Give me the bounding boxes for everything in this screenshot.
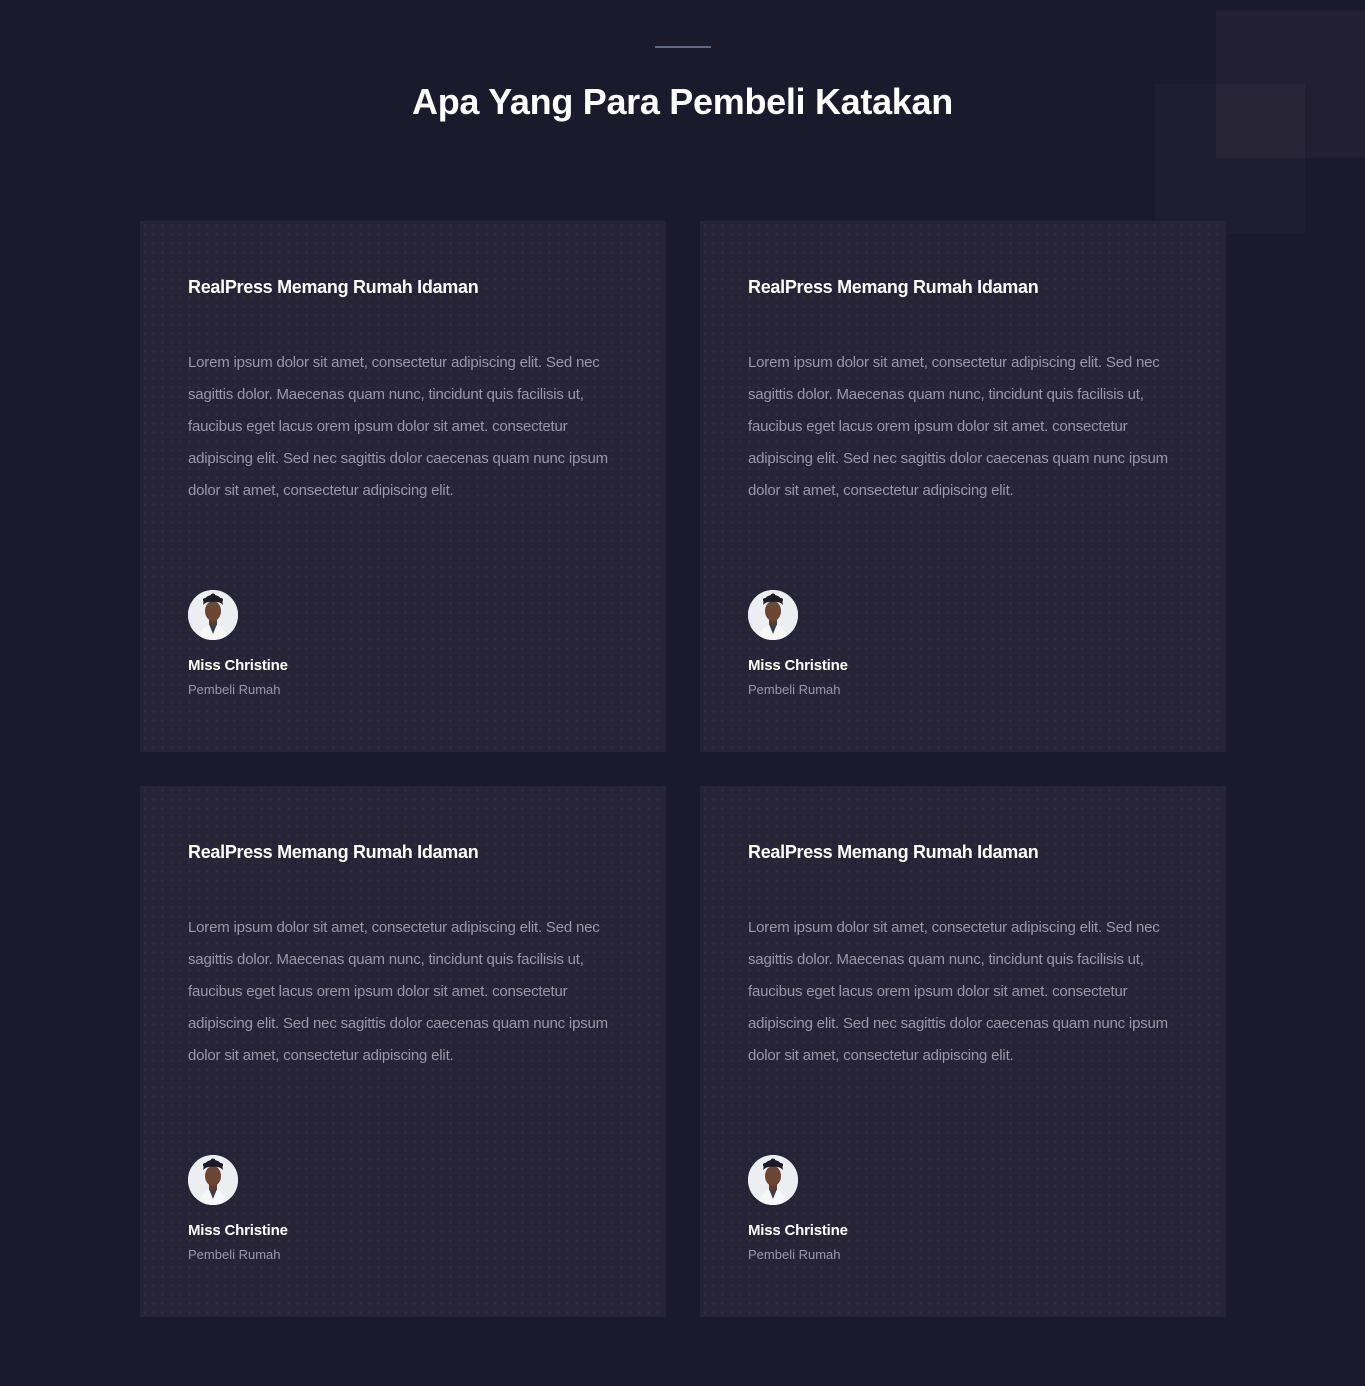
- author-name: Miss Christine: [188, 657, 288, 674]
- person-photo-icon: [748, 1155, 798, 1205]
- testimonial-text: Lorem ipsum dolor sit amet, consectetur …: [188, 354, 608, 499]
- author-avatar: [748, 590, 798, 640]
- testimonial-card: RealPress Memang Rumah Idaman Lorem ipsu…: [700, 786, 1226, 1317]
- testimonial-card: RealPress Memang Rumah Idaman Lorem ipsu…: [700, 221, 1226, 752]
- testimonial-text: Lorem ipsum dolor sit amet, consectetur …: [748, 354, 1168, 499]
- testimonial-heading: RealPress Memang Rumah Idaman: [188, 277, 479, 297]
- author-name: Miss Christine: [748, 657, 848, 674]
- section-divider: [655, 46, 711, 48]
- author-role: Pembeli Rumah: [188, 1247, 281, 1262]
- testimonial-card: RealPress Memang Rumah Idaman Lorem ipsu…: [140, 786, 666, 1317]
- author-avatar: [748, 1155, 798, 1205]
- person-photo-icon: [188, 1155, 238, 1205]
- testimonial-heading: RealPress Memang Rumah Idaman: [188, 842, 479, 862]
- testimonial-heading: RealPress Memang Rumah Idaman: [748, 842, 1039, 862]
- author-role: Pembeli Rumah: [188, 682, 281, 697]
- person-photo-icon: [188, 590, 238, 640]
- testimonial-text: Lorem ipsum dolor sit amet, consectetur …: [188, 919, 608, 1064]
- author-avatar: [188, 1155, 238, 1205]
- testimonial-text: Lorem ipsum dolor sit amet, consectetur …: [748, 919, 1168, 1064]
- person-photo-icon: [748, 590, 798, 640]
- author-name: Miss Christine: [188, 1222, 288, 1239]
- testimonial-heading: RealPress Memang Rumah Idaman: [748, 277, 1039, 297]
- section-title: Apa Yang Para Pembeli Katakan: [412, 81, 953, 122]
- author-role: Pembeli Rumah: [748, 1247, 841, 1262]
- author-avatar: [188, 590, 238, 640]
- testimonials-grid: RealPress Memang Rumah Idaman Lorem ipsu…: [140, 221, 1226, 1317]
- testimonial-card: RealPress Memang Rumah Idaman Lorem ipsu…: [140, 221, 666, 752]
- author-role: Pembeli Rumah: [748, 682, 841, 697]
- author-name: Miss Christine: [748, 1222, 848, 1239]
